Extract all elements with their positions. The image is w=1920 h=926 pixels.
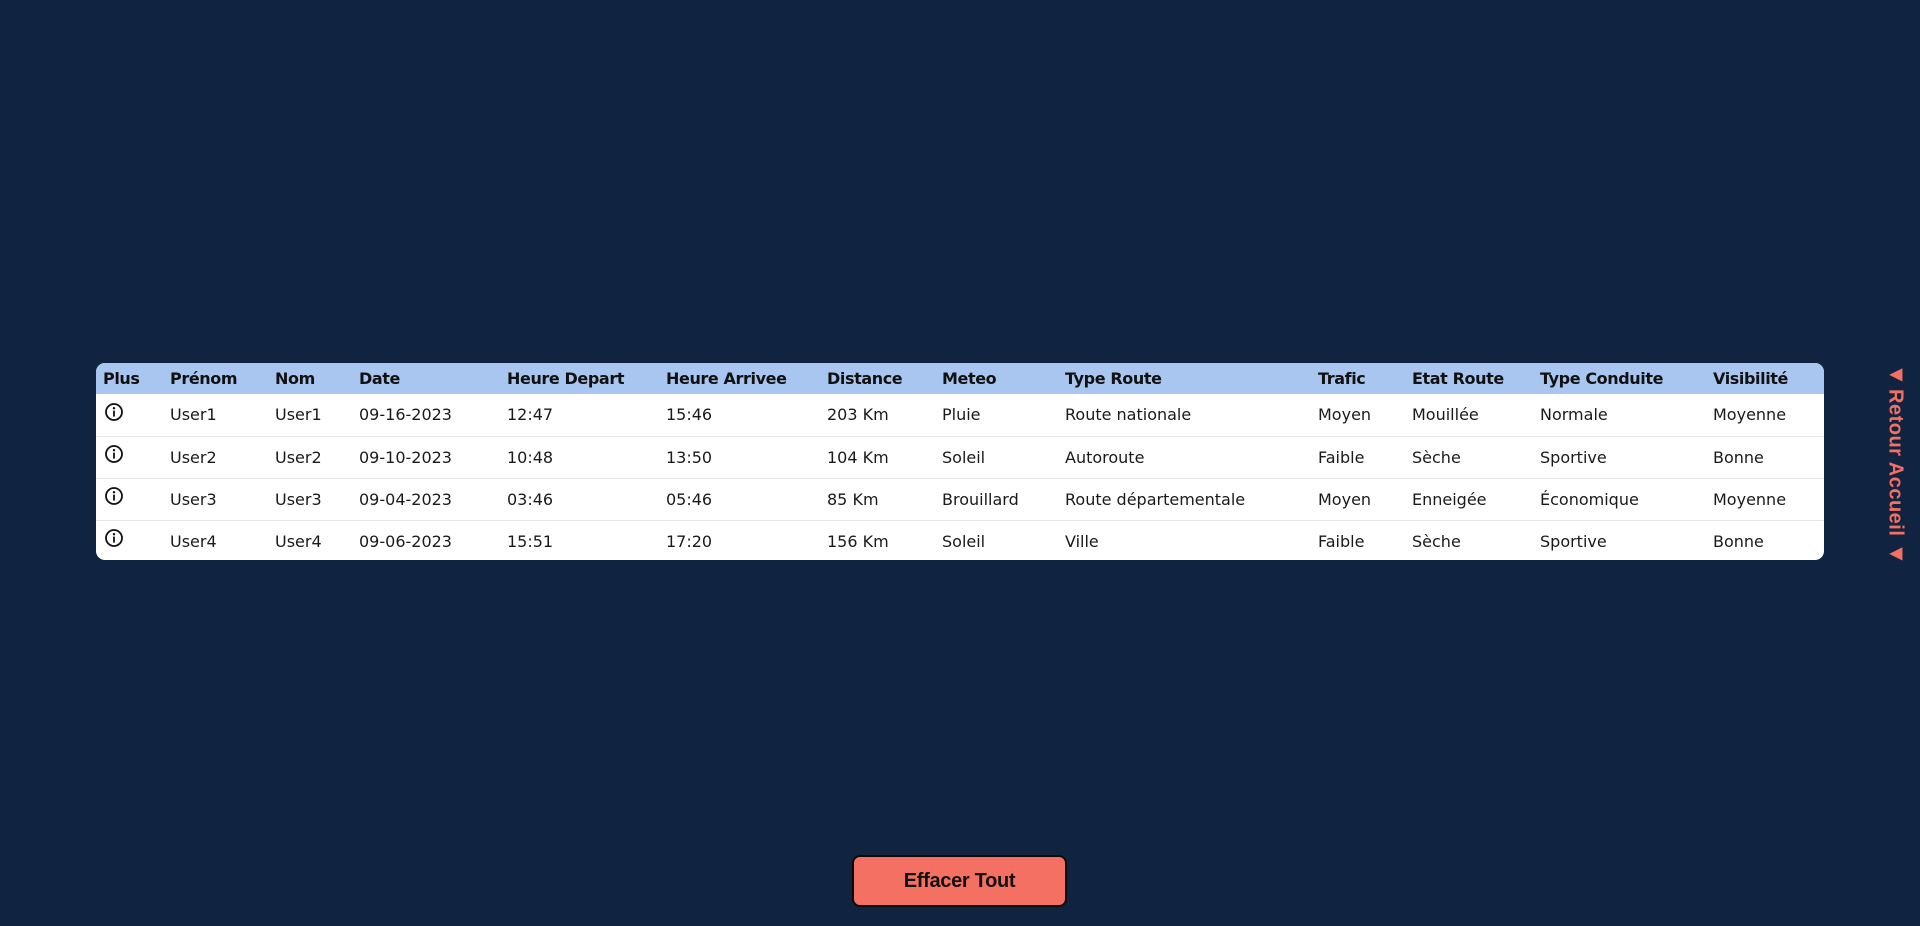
cell-plus — [96, 520, 163, 560]
cell-prenom: User2 — [170, 447, 217, 467]
cell-prenom: User4 — [170, 531, 217, 551]
cell-date: 09-06-2023 — [359, 531, 452, 551]
cell-plus — [96, 394, 163, 436]
cell-meteo: Pluie — [942, 405, 981, 425]
trips-table: Plus Prénom Nom Date Heure Depart Heure … — [96, 363, 1824, 560]
cell-heure-depart: 10:48 — [507, 447, 554, 467]
cell-meteo: Soleil — [942, 447, 986, 467]
cell-type-conduite: Sportive — [1540, 531, 1607, 551]
table-row: User3 User3 09-04-2023 03:46 05:46 85 Km… — [96, 478, 1824, 520]
cell-trafic: Faible — [1318, 447, 1365, 467]
table-header-row: Plus Prénom Nom Date Heure Depart Heure … — [96, 363, 1824, 394]
info-circle-icon[interactable] — [104, 402, 124, 422]
triangle-left-icon: ◀ — [1886, 542, 1904, 563]
cell-heure-arrivee: 05:46 — [666, 489, 713, 509]
cell-date: 09-04-2023 — [359, 489, 452, 509]
cell-heure-depart: 12:47 — [507, 405, 554, 425]
header-meteo: Meteo — [942, 369, 997, 388]
cell-visibilite: Moyenne — [1713, 405, 1787, 425]
header-type-conduite: Type Conduite — [1540, 369, 1664, 388]
back-home-label: Retour Accueil — [1884, 389, 1907, 537]
cell-heure-arrivee: 17:20 — [666, 531, 713, 551]
header-trafic: Trafic — [1318, 369, 1366, 388]
header-distance: Distance — [827, 369, 903, 388]
cell-distance: 104 Km — [827, 447, 889, 467]
info-circle-icon[interactable] — [104, 444, 124, 464]
header-nom: Nom — [275, 369, 315, 388]
cell-type-route: Route départementale — [1065, 489, 1246, 509]
cell-plus — [96, 436, 163, 478]
cell-trafic: Faible — [1318, 531, 1365, 551]
cell-heure-depart: 03:46 — [507, 489, 554, 509]
triangle-left-icon: ◀ — [1886, 363, 1904, 384]
cell-meteo: Soleil — [942, 531, 986, 551]
cell-etat-route: Mouillée — [1412, 405, 1479, 425]
table-row: User4 User4 09-06-2023 15:51 17:20 156 K… — [96, 520, 1824, 560]
cell-type-route: Ville — [1065, 531, 1099, 551]
cell-prenom: User3 — [170, 489, 217, 509]
cell-date: 09-16-2023 — [359, 405, 452, 425]
cell-distance: 156 Km — [827, 531, 889, 551]
cell-type-route: Autoroute — [1065, 447, 1145, 467]
cell-heure-depart: 15:51 — [507, 531, 554, 551]
header-type-route: Type Route — [1065, 369, 1162, 388]
info-circle-icon[interactable] — [104, 486, 124, 506]
cell-prenom: User1 — [170, 405, 217, 425]
header-etat-route: Etat Route — [1412, 369, 1504, 388]
cell-visibilite: Moyenne — [1713, 489, 1787, 509]
cell-date: 09-10-2023 — [359, 447, 452, 467]
cell-etat-route: Sèche — [1412, 531, 1461, 551]
header-plus: Plus — [103, 369, 140, 388]
page: Plus Prénom Nom Date Heure Depart Heure … — [0, 0, 1920, 926]
table-row: User2 User2 09-10-2023 10:48 13:50 104 K… — [96, 436, 1824, 478]
table-row: User1 User1 09-16-2023 12:47 15:46 203 K… — [96, 394, 1824, 436]
clear-all-button[interactable]: Effacer Tout — [852, 855, 1067, 907]
cell-nom: User2 — [275, 447, 322, 467]
cell-nom: User3 — [275, 489, 322, 509]
cell-type-conduite: Normale — [1540, 405, 1608, 425]
header-heure-arrivee: Heure Arrivee — [666, 369, 787, 388]
header-visibilite: Visibilité — [1713, 369, 1789, 388]
cell-heure-arrivee: 13:50 — [666, 447, 713, 467]
cell-nom: User4 — [275, 531, 322, 551]
cell-distance: 85 Km — [827, 489, 879, 509]
cell-meteo: Brouillard — [942, 489, 1019, 509]
back-home-link[interactable]: ◀ Retour Accueil ◀ — [1876, 364, 1914, 562]
cell-visibilite: Bonne — [1713, 447, 1764, 467]
cell-plus — [96, 478, 163, 520]
cell-etat-route: Enneigée — [1412, 489, 1487, 509]
cell-type-route: Route nationale — [1065, 405, 1192, 425]
cell-type-conduite: Sportive — [1540, 447, 1607, 467]
trips-table-container: Plus Prénom Nom Date Heure Depart Heure … — [96, 363, 1824, 560]
cell-distance: 203 Km — [827, 405, 889, 425]
cell-heure-arrivee: 15:46 — [666, 405, 713, 425]
cell-nom: User1 — [275, 405, 322, 425]
header-heure-depart: Heure Depart — [507, 369, 625, 388]
cell-trafic: Moyen — [1318, 405, 1372, 425]
cell-etat-route: Sèche — [1412, 447, 1461, 467]
back-home-link-content: ◀ Retour Accueil ◀ — [1884, 364, 1907, 562]
info-circle-icon[interactable] — [104, 528, 124, 548]
header-date: Date — [359, 369, 400, 388]
cell-type-conduite: Économique — [1540, 489, 1639, 509]
header-prenom: Prénom — [170, 369, 238, 388]
cell-trafic: Moyen — [1318, 489, 1372, 509]
cell-visibilite: Bonne — [1713, 531, 1764, 551]
